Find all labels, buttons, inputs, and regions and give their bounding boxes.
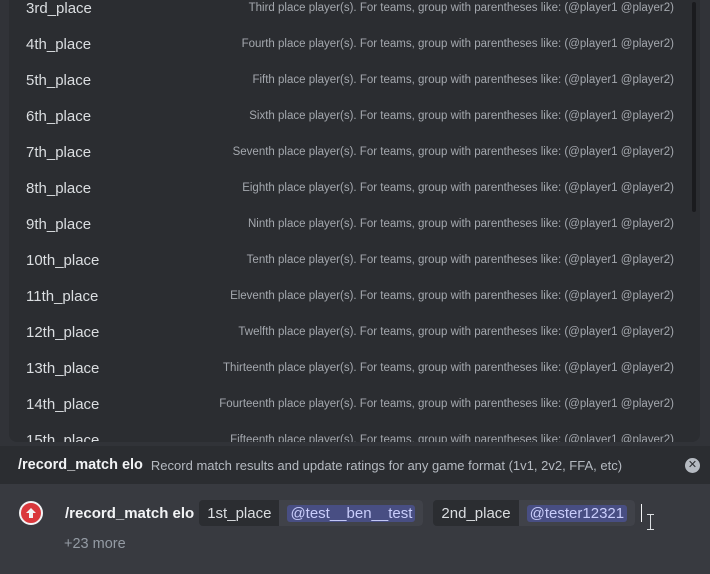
option-description: Twelfth place player(s). For teams, grou…: [238, 326, 674, 338]
option-4th-place[interactable]: 4th_place Fourth place player(s). For te…: [9, 26, 688, 62]
option-name: 10th_place: [26, 251, 100, 269]
option-name: 6th_place: [26, 107, 92, 125]
option-15th-place[interactable]: 15th_place Fifteenth place player(s). Fo…: [9, 422, 688, 443]
option-8th-place[interactable]: 8th_place Eighth place player(s). For te…: [9, 170, 688, 206]
option-description: Eleventh place player(s). For teams, gro…: [230, 290, 674, 302]
message-composer[interactable]: /record_match elo 1st_place @test__ben__…: [0, 484, 710, 574]
command-title: /record_match elo: [18, 457, 143, 473]
param-value[interactable]: @test__ben__test: [279, 500, 424, 526]
user-mention[interactable]: @tester12321: [526, 504, 628, 522]
param-value[interactable]: @tester12321: [518, 500, 636, 526]
option-description: Eighth place player(s). For teams, group…: [242, 182, 674, 194]
text-caret: [641, 504, 643, 522]
option-description: Third place player(s). For teams, group …: [248, 2, 674, 14]
option-list: 3rd_place Third place player(s). For tea…: [9, 0, 688, 442]
option-6th-place[interactable]: 6th_place Sixth place player(s). For tea…: [9, 98, 688, 134]
option-name: 7th_place: [26, 143, 92, 161]
discord-chat: 3rd_place Third place player(s). For tea…: [0, 0, 710, 574]
option-name: 15th_place: [26, 431, 100, 443]
option-description: Fifth place player(s). For teams, group …: [252, 74, 674, 86]
upload-arrow-icon: [19, 501, 43, 525]
option-description: Fourteenth place player(s). For teams, g…: [219, 398, 674, 410]
option-description: Sixth place player(s). For teams, group …: [249, 110, 674, 122]
option-14th-place[interactable]: 14th_place Fourteenth place player(s). F…: [9, 386, 688, 422]
option-9th-place[interactable]: 9th_place Ninth place player(s). For tea…: [9, 206, 688, 242]
option-12th-place[interactable]: 12th_place Twelfth place player(s). For …: [9, 314, 688, 350]
option-13th-place[interactable]: 13th_place Thirteenth place player(s). F…: [9, 350, 688, 386]
option-name: 8th_place: [26, 179, 92, 197]
option-name: 9th_place: [26, 215, 92, 233]
param-label: 1st_place: [207, 504, 272, 522]
option-3rd-place[interactable]: 3rd_place Third place player(s). For tea…: [9, 0, 688, 26]
option-name: 4th_place: [26, 35, 92, 53]
option-description: Fourth place player(s). For teams, group…: [241, 38, 674, 50]
option-7th-place[interactable]: 7th_place Seventh place player(s). For t…: [9, 134, 688, 170]
option-10th-place[interactable]: 10th_place Tenth place player(s). For te…: [9, 242, 688, 278]
ibeam-cursor-icon: [647, 514, 657, 530]
autocomplete-popup: 3rd_place Third place player(s). For tea…: [9, 0, 700, 442]
param-2nd-place[interactable]: 2nd_place @tester12321: [433, 500, 636, 526]
popup-scrollbar[interactable]: [692, 2, 696, 212]
param-1st-place[interactable]: 1st_place @test__ben__test: [199, 500, 424, 526]
user-mention[interactable]: @test__ben__test: [287, 504, 416, 522]
option-name: 11th_place: [26, 287, 99, 305]
option-description: Thirteenth place player(s). For teams, g…: [223, 362, 674, 374]
command-description: Record match results and update ratings …: [150, 457, 623, 473]
param-label: 2nd_place: [441, 504, 511, 522]
option-name: 14th_place: [26, 395, 100, 413]
command-name: /record_match elo: [65, 504, 195, 522]
command-input-line[interactable]: /record_match elo 1st_place @test__ben__…: [65, 500, 643, 526]
option-11th-place[interactable]: 11th_place Eleventh place player(s). For…: [9, 278, 688, 314]
option-description: Fifteenth place player(s). For teams, gr…: [230, 434, 674, 442]
option-5th-place[interactable]: 5th_place Fifth place player(s). For tea…: [9, 62, 688, 98]
command-header: /record_match elo Record match results a…: [0, 446, 710, 484]
option-description: Tenth place player(s). For teams, group …: [246, 254, 674, 266]
option-description: Ninth place player(s). For teams, group …: [247, 218, 674, 230]
option-name: 13th_place: [26, 359, 100, 377]
close-icon[interactable]: ✕: [685, 458, 700, 473]
option-name: 5th_place: [26, 71, 92, 89]
option-name: 3rd_place: [26, 0, 92, 17]
option-description: Seventh place player(s). For teams, grou…: [232, 146, 674, 158]
option-name: 12th_place: [26, 323, 100, 341]
more-options-link[interactable]: +23 more: [64, 536, 126, 552]
